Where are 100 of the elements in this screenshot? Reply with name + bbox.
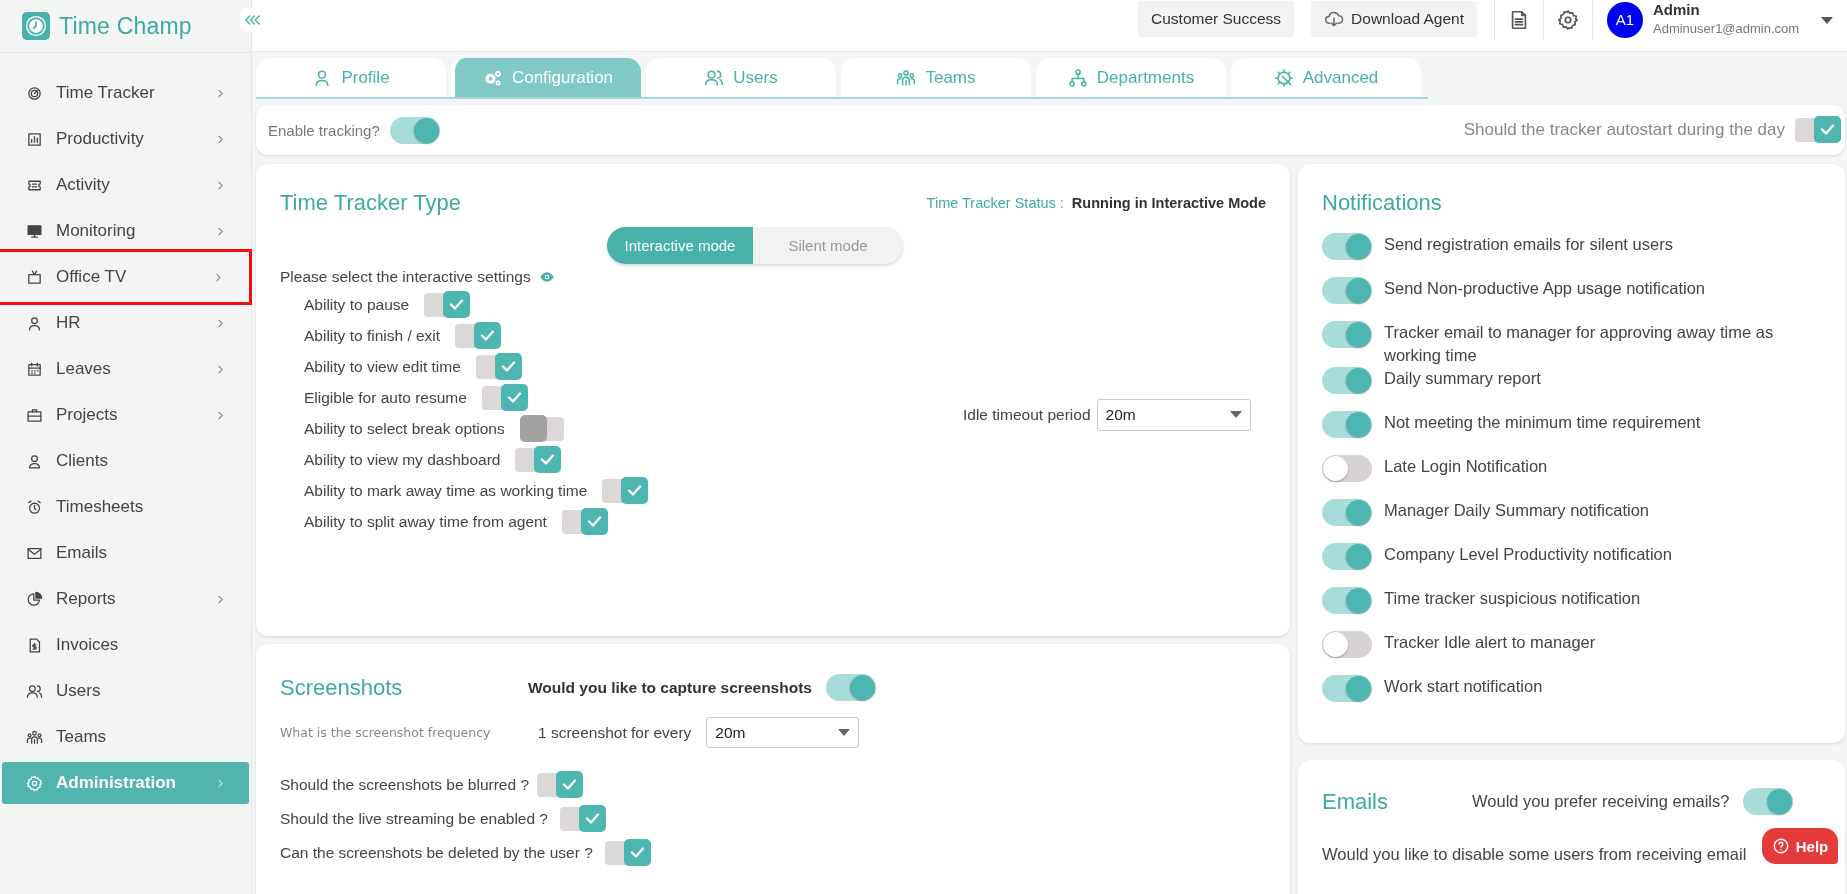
toggle-switch[interactable] (1322, 631, 1372, 658)
checkmark-icon (1820, 124, 1835, 135)
checkmark-icon (500, 360, 516, 372)
briefcase-icon (26, 406, 43, 424)
eye-icon (538, 269, 555, 285)
toggle-switch[interactable] (1322, 233, 1372, 260)
sidebar-item[interactable]: Office TV (2, 254, 247, 300)
setting-label: Ability to pause (304, 295, 410, 314)
sidebar-item[interactable]: Reports (2, 576, 249, 622)
setting-label: Ability to view my dashboard (304, 450, 501, 469)
section-title: Notifications (1322, 190, 1443, 216)
sidebar-item[interactable]: Productivity (2, 116, 249, 162)
idle-timeout-dropdown[interactable]: 20m (1096, 398, 1251, 431)
setting-label: Ability to mark away time as working time (304, 481, 588, 500)
sidebar-item[interactable]: Teams (2, 714, 249, 760)
section-title: Screenshots (280, 674, 404, 701)
setting-label: Not meeting the minimum time requirement (1384, 412, 1702, 433)
setting-label: Tracker email to manager for approving away time as working time (1384, 322, 1775, 366)
checkmark-icon (562, 779, 578, 790)
download-agent-button[interactable]: Download Agent (1311, 0, 1477, 37)
user-avatar[interactable]: A1 (1607, 1, 1643, 38)
sidebar-item[interactable]: Timesheets (2, 484, 249, 530)
toggle-switch[interactable] (1322, 277, 1372, 304)
checkmark-icon (629, 847, 645, 858)
toggle-switch[interactable] (1322, 675, 1372, 702)
checkbox-toggle[interactable] (455, 323, 500, 348)
checkbox-toggle[interactable] (537, 773, 582, 797)
status-label: Time Tracker Status : (926, 195, 1064, 211)
person-icon (26, 314, 43, 332)
setting-label: Send registration emails for silent users (1384, 234, 1674, 255)
setting-label: Manager Daily Summary notification (1384, 500, 1651, 521)
checkbox-toggle[interactable] (424, 292, 469, 317)
collapse-icon (244, 15, 260, 25)
field-label: Idle timeout period (963, 405, 1091, 424)
checkmark-icon (627, 484, 643, 496)
field-label: What is the screenshot frequency (280, 725, 492, 740)
checkbox-toggle[interactable] (602, 478, 647, 503)
field-label: 1 screenshot for every (538, 723, 692, 742)
toggle-switch[interactable] (1322, 543, 1372, 570)
sidebar-item[interactable]: Time Tracker (2, 70, 249, 116)
toggle-switch[interactable] (1322, 499, 1372, 526)
top-button[interactable]: Customer Success (1138, 0, 1295, 37)
setting-label: Should the live streaming be enabled ? (280, 810, 548, 828)
app-logo-text: Time Champ (59, 12, 192, 40)
frequency-dropdown[interactable]: 20m (706, 717, 860, 748)
toggle-switch[interactable] (1322, 455, 1372, 482)
sidebar-item[interactable]: Emails (2, 530, 249, 576)
sidebar-item[interactable]: Users (2, 668, 249, 714)
sidebar-item[interactable]: Projects (2, 392, 249, 438)
checkbox-toggle[interactable] (1795, 118, 1839, 142)
checkbox-toggle[interactable] (560, 807, 604, 831)
toggle-switch[interactable] (1322, 587, 1372, 614)
toggle-switch[interactable] (1322, 367, 1372, 394)
setting-label: Can the screenshots be deleted by the user ? (280, 844, 593, 862)
sidebar-item[interactable]: Clients (2, 438, 249, 484)
checkmark-icon (506, 391, 522, 403)
setting-label: Tracker Idle alert to manager (1384, 632, 1597, 653)
setting-label: Company Level Productivity notification (1384, 544, 1673, 565)
section-title: Time Tracker Type (280, 190, 461, 216)
hierarchy-icon (1067, 67, 1088, 88)
pie-chart-icon (26, 590, 43, 608)
sidebar-item[interactable]: HR (2, 300, 249, 346)
sidebar-item[interactable]: Leaves (2, 346, 249, 392)
toggle-switch[interactable] (1322, 321, 1372, 348)
checkbox-toggle[interactable] (519, 416, 564, 441)
checkbox-toggle[interactable] (515, 447, 560, 472)
sidebar-item[interactable]: Invoices (2, 622, 249, 668)
checkbox-toggle[interactable] (561, 509, 606, 534)
checkbox-toggle[interactable] (481, 385, 526, 410)
toggle-switch[interactable] (1322, 411, 1372, 438)
checkmark-icon (585, 813, 600, 824)
sidebar-item[interactable]: Activity (2, 162, 249, 208)
monitor-icon (26, 222, 43, 240)
checkmark-icon (449, 298, 465, 310)
team-icon (26, 728, 43, 746)
setting-label: Would you like to capture screenshots (528, 678, 812, 697)
toggle-switch[interactable] (825, 674, 876, 701)
checkmark-icon (480, 329, 496, 341)
bar-chart-icon (26, 130, 43, 148)
settings-icon (26, 774, 43, 792)
checkmark-icon (540, 453, 556, 465)
caret-down-icon (1821, 17, 1833, 24)
toggle-switch[interactable] (389, 116, 440, 144)
toggle-switch[interactable] (1743, 788, 1794, 815)
target-icon (26, 84, 43, 102)
help-button[interactable]: Help (1762, 828, 1838, 864)
setting-label: Should the tracker autostart during the day (1463, 120, 1785, 140)
setting-label: Would you like to disable some users from receiving email (1322, 845, 1747, 864)
checkmark-icon (586, 515, 602, 527)
checkbox-toggle[interactable] (475, 354, 520, 379)
person-badge-icon (26, 452, 43, 470)
setting-label: Time tracker suspicious notification (1384, 588, 1642, 609)
sidebar-item[interactable]: Monitoring (2, 208, 249, 254)
user-name: Admin (1653, 1, 1701, 18)
settings-heading: Please select the interactive settings (280, 268, 531, 286)
setting-label: Ability to finish / exit (304, 326, 441, 345)
status-value: Running in Interactive Mode (1071, 195, 1266, 211)
settings-icon (1557, 9, 1579, 31)
checkbox-toggle[interactable] (604, 841, 649, 865)
section-title: Emails (1322, 788, 1389, 815)
